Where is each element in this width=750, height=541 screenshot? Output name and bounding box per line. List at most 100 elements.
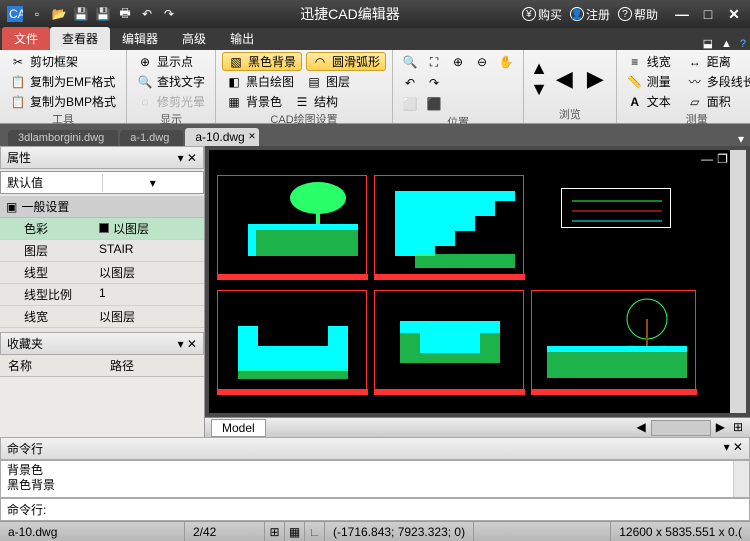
browse-down-icon[interactable]: ▼ [530, 79, 548, 100]
prop-row-color[interactable]: 色彩以图层 [0, 218, 204, 240]
close-button[interactable]: ✕ [724, 6, 744, 22]
tab-output[interactable]: 输出 [218, 27, 266, 50]
v-scrollbar[interactable] [733, 461, 749, 497]
trim-halo-button[interactable]: ◌修剪光晕 [133, 92, 209, 111]
model-tabs-row: Model ◀ ▶ ⊞ [205, 417, 750, 437]
command-history: 背景色 黑色背景 [0, 460, 750, 498]
new-icon[interactable]: ▫ [28, 5, 46, 23]
copy-emf-button[interactable]: 📋复制为EMF格式 [6, 72, 120, 91]
drawing-tile [217, 175, 367, 280]
panel-close-icon[interactable]: ▾ ✕ [178, 337, 197, 351]
col-name[interactable]: 名称 [0, 355, 102, 376]
halo-icon: ◌ [137, 94, 153, 110]
ribbon-tabs: 文件 查看器 编辑器 高级 输出 ⬓ ▲ ? [0, 28, 750, 50]
zoom-all-icon[interactable]: ⬜ [399, 94, 421, 114]
ribbon: ✂剪切框架 📋复制为EMF格式 📋复制为BMP格式 工具 ⊕显示点 🔍查找文字 … [0, 50, 750, 124]
maximize-button[interactable]: □ [698, 6, 718, 22]
polylength-button[interactable]: 〰多段线长度 [683, 72, 750, 91]
drawing-tile [374, 290, 524, 395]
zoom-scale-icon[interactable]: ⬛ [423, 94, 445, 114]
group-position: 🔍 ⛶ ⊕ ⊖ ✋ ↶ ↷ ⬜ ⬛ 位置 [393, 50, 524, 123]
save-all-icon[interactable]: 💾 [94, 5, 112, 23]
tab-viewer[interactable]: 查看器 [50, 27, 110, 50]
chevron-down-icon[interactable]: ▾ [102, 174, 204, 192]
pan-icon[interactable]: ✋ [495, 52, 517, 72]
drawing-canvas[interactable]: — ❐ ✕ [209, 150, 746, 413]
tab-file[interactable]: 文件 [2, 27, 50, 50]
col-path[interactable]: 路径 [102, 355, 204, 376]
copy-bmp-button[interactable]: 📋复制为BMP格式 [6, 92, 120, 111]
command-input[interactable] [50, 501, 743, 518]
scroll-left-icon[interactable]: ◀ [633, 420, 648, 436]
browse-right-icon[interactable]: ▶ [581, 66, 610, 92]
ortho-toggle-icon[interactable]: ∟ [305, 522, 325, 541]
ribbon-minimize-icon[interactable]: ▲ [717, 38, 736, 50]
canvas-area: — ❐ ✕ [205, 146, 750, 437]
ribbon-help-icon[interactable]: ? [736, 38, 750, 50]
save-icon[interactable]: 💾 [72, 5, 90, 23]
doc-tab-1[interactable]: 3dlamborgini.dwg [8, 130, 118, 146]
print-icon[interactable]: 🖶 [116, 5, 134, 23]
area-button[interactable]: ▱面积 [683, 92, 735, 111]
zoom-prev-icon[interactable]: ↶ [399, 73, 421, 93]
scroll-right-icon[interactable]: ▶ [713, 420, 728, 436]
black-bg-button[interactable]: ▧黑色背景 [222, 52, 302, 71]
zoom-next-icon[interactable]: ↷ [423, 73, 445, 93]
section-general[interactable]: ▣一般设置 [0, 196, 204, 218]
command-header: 命令行▾ ✕ [0, 437, 750, 460]
model-tab[interactable]: Model [211, 419, 266, 437]
ribbon-style-icon[interactable]: ⬓ [699, 37, 717, 50]
snap-toggle-icon[interactable]: ⊞ [265, 522, 285, 541]
browse-left-icon[interactable]: ◀ [550, 66, 579, 92]
bg-color-button[interactable]: ▦背景色 [222, 92, 286, 111]
properties-header: 属性 ▾ ✕ [0, 146, 204, 169]
tab-overflow-icon[interactable]: ▾ [732, 132, 750, 146]
tab-editor[interactable]: 编辑器 [110, 27, 170, 50]
minimize-button[interactable]: — [672, 6, 692, 22]
tab-advanced[interactable]: 高级 [170, 27, 218, 50]
zoom-out-icon[interactable]: ⊖ [471, 52, 493, 72]
black-bg-icon: ▧ [228, 54, 244, 70]
zoom-extents-icon[interactable]: ⛶ [423, 52, 445, 72]
smooth-arc-button[interactable]: ◠圆滑弧形 [306, 52, 386, 71]
mdi-restore-icon[interactable]: ❐ [717, 152, 728, 166]
bw-draw-button[interactable]: ◧黑白绘图 [222, 72, 298, 91]
mdi-minimize-icon[interactable]: — [701, 152, 713, 166]
measure-button[interactable]: 📏测量 [623, 72, 675, 91]
prop-row-linetype[interactable]: 线型以图层 [0, 262, 204, 284]
register-link[interactable]: 👤注册 [570, 6, 610, 23]
status-file: a-10.dwg [0, 522, 185, 541]
buy-link[interactable]: ¥购买 [522, 6, 562, 23]
zoom-in-icon[interactable]: ⊕ [447, 52, 469, 72]
prop-row-ltscale[interactable]: 线型比例1 [0, 284, 204, 306]
zoom-window-icon[interactable]: 🔍 [399, 52, 421, 72]
panel-close-icon[interactable]: ▾ ✕ [724, 440, 743, 457]
browse-up-icon[interactable]: ▲ [530, 58, 548, 79]
find-text-button[interactable]: 🔍查找文字 [133, 72, 209, 91]
help-link[interactable]: ?帮助 [618, 6, 658, 23]
properties-combo[interactable]: 默认值▾ [0, 171, 204, 194]
redo-icon[interactable]: ↷ [160, 5, 178, 23]
grid-toggle-icon[interactable]: ▦ [285, 522, 305, 541]
distance-button[interactable]: ↔距离 [683, 52, 735, 71]
show-point-button[interactable]: ⊕显示点 [133, 52, 209, 71]
structure-button[interactable]: ☰结构 [290, 92, 342, 111]
app-icon[interactable]: CAD [6, 5, 24, 23]
prop-row-layer[interactable]: 图层STAIR [0, 240, 204, 262]
panel-close-icon[interactable]: ▾ ✕ [178, 151, 197, 165]
lineweight-button[interactable]: ≡线宽 [623, 52, 675, 71]
layer-button[interactable]: ▤图层 [302, 72, 354, 91]
doc-tab-3[interactable]: a-10.dwg✕ [185, 128, 258, 146]
open-icon[interactable]: 📂 [50, 5, 68, 23]
undo-icon[interactable]: ↶ [138, 5, 156, 23]
text-button[interactable]: A文本 [623, 92, 675, 111]
scroll-track[interactable] [651, 420, 711, 436]
layout-icon[interactable]: ⊞ [730, 420, 746, 436]
doc-tab-2[interactable]: a-1.dwg [120, 130, 183, 146]
prop-row-lineweight[interactable]: 线宽以图层 [0, 306, 204, 328]
status-coords: (-1716.843; 7923.323; 0) [325, 522, 474, 541]
v-scrollbar[interactable] [730, 150, 746, 413]
tab-close-icon[interactable]: ✕ [248, 131, 256, 142]
command-prompt: 命令行: [7, 501, 46, 518]
clip-frame-button[interactable]: ✂剪切框架 [6, 52, 120, 71]
